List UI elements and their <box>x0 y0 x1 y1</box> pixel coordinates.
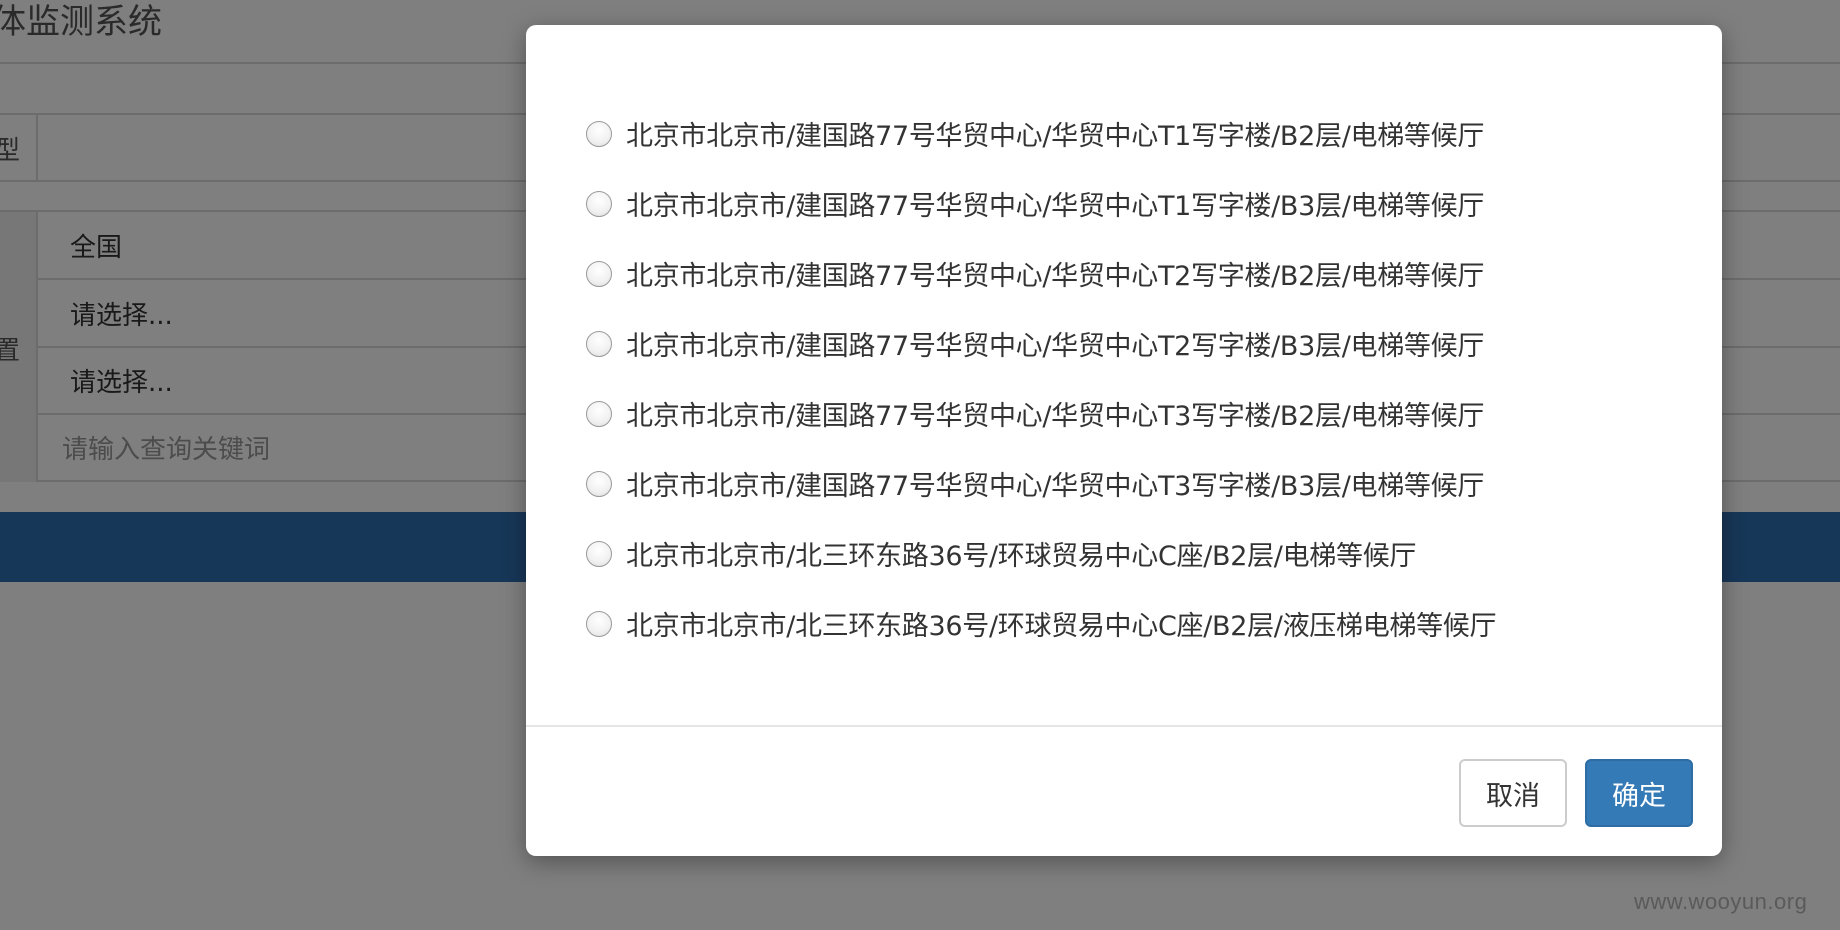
location-option[interactable]: 北京市北京市/建国路77号华贸中心/华贸中心T3写字楼/B2层/电梯等候厅 <box>586 394 1484 433</box>
option-label: 北京市北京市/建国路77号华贸中心/华贸中心T1写字楼/B3层/电梯等候厅 <box>626 191 1485 222</box>
location-option[interactable]: 北京市北京市/建国路77号华贸中心/华贸中心T3写字楼/B3层/电梯等候厅 <box>586 464 1484 503</box>
radio-button[interactable] <box>586 470 612 497</box>
radio-button[interactable] <box>586 540 612 567</box>
radio-button[interactable] <box>586 260 612 287</box>
location-select-dialog: 北京市北京市/建国路77号华贸中心/华贸中心T1写字楼/B2层/电梯等候厅 北京… <box>526 25 1722 856</box>
location-option[interactable]: 北京市北京市/北三环东路36号/环球贸易中心C座/B2层/液压梯电梯等候厅 <box>586 604 1497 643</box>
option-label: 北京市北京市/建国路77号华贸中心/华贸中心T2写字楼/B3层/电梯等候厅 <box>626 331 1485 362</box>
watermark-text: www.wooyun.org <box>1634 889 1808 914</box>
option-label: 北京市北京市/建国路77号华贸中心/华贸中心T3写字楼/B3层/电梯等候厅 <box>626 471 1485 502</box>
dialog-body: 北京市北京市/建国路77号华贸中心/华贸中心T1写字楼/B2层/电梯等候厅 北京… <box>526 25 1722 725</box>
dialog-footer: 取消 确定 <box>526 725 1722 856</box>
location-option[interactable]: 北京市北京市/北三环东路36号/环球贸易中心C座/B2层/电梯等候厅 <box>586 534 1416 573</box>
location-option[interactable]: 北京市北京市/建国路77号华贸中心/华贸中心T2写字楼/B3层/电梯等候厅 <box>586 324 1484 363</box>
option-label: 北京市北京市/建国路77号华贸中心/华贸中心T2写字楼/B2层/电梯等候厅 <box>626 261 1485 292</box>
radio-button[interactable] <box>586 610 612 637</box>
location-option[interactable]: 北京市北京市/建国路77号华贸中心/华贸中心T1写字楼/B2层/电梯等候厅 <box>586 114 1484 153</box>
confirm-button[interactable]: 确定 <box>1585 759 1693 827</box>
cancel-button[interactable]: 取消 <box>1459 759 1567 827</box>
option-label: 北京市北京市/北三环东路36号/环球贸易中心C座/B2层/电梯等候厅 <box>626 541 1417 572</box>
option-label: 北京市北京市/北三环东路36号/环球贸易中心C座/B2层/液压梯电梯等候厅 <box>626 611 1497 642</box>
option-label: 北京市北京市/建国路77号华贸中心/华贸中心T1写字楼/B2层/电梯等候厅 <box>626 121 1485 152</box>
radio-button[interactable] <box>586 400 612 427</box>
location-option[interactable]: 北京市北京市/建国路77号华贸中心/华贸中心T2写字楼/B2层/电梯等候厅 <box>586 254 1484 293</box>
radio-button[interactable] <box>586 120 612 147</box>
option-label: 北京市北京市/建国路77号华贸中心/华贸中心T3写字楼/B2层/电梯等候厅 <box>626 401 1485 432</box>
radio-button[interactable] <box>586 190 612 217</box>
radio-button[interactable] <box>586 330 612 357</box>
location-option[interactable]: 北京市北京市/建国路77号华贸中心/华贸中心T1写字楼/B3层/电梯等候厅 <box>586 184 1484 223</box>
